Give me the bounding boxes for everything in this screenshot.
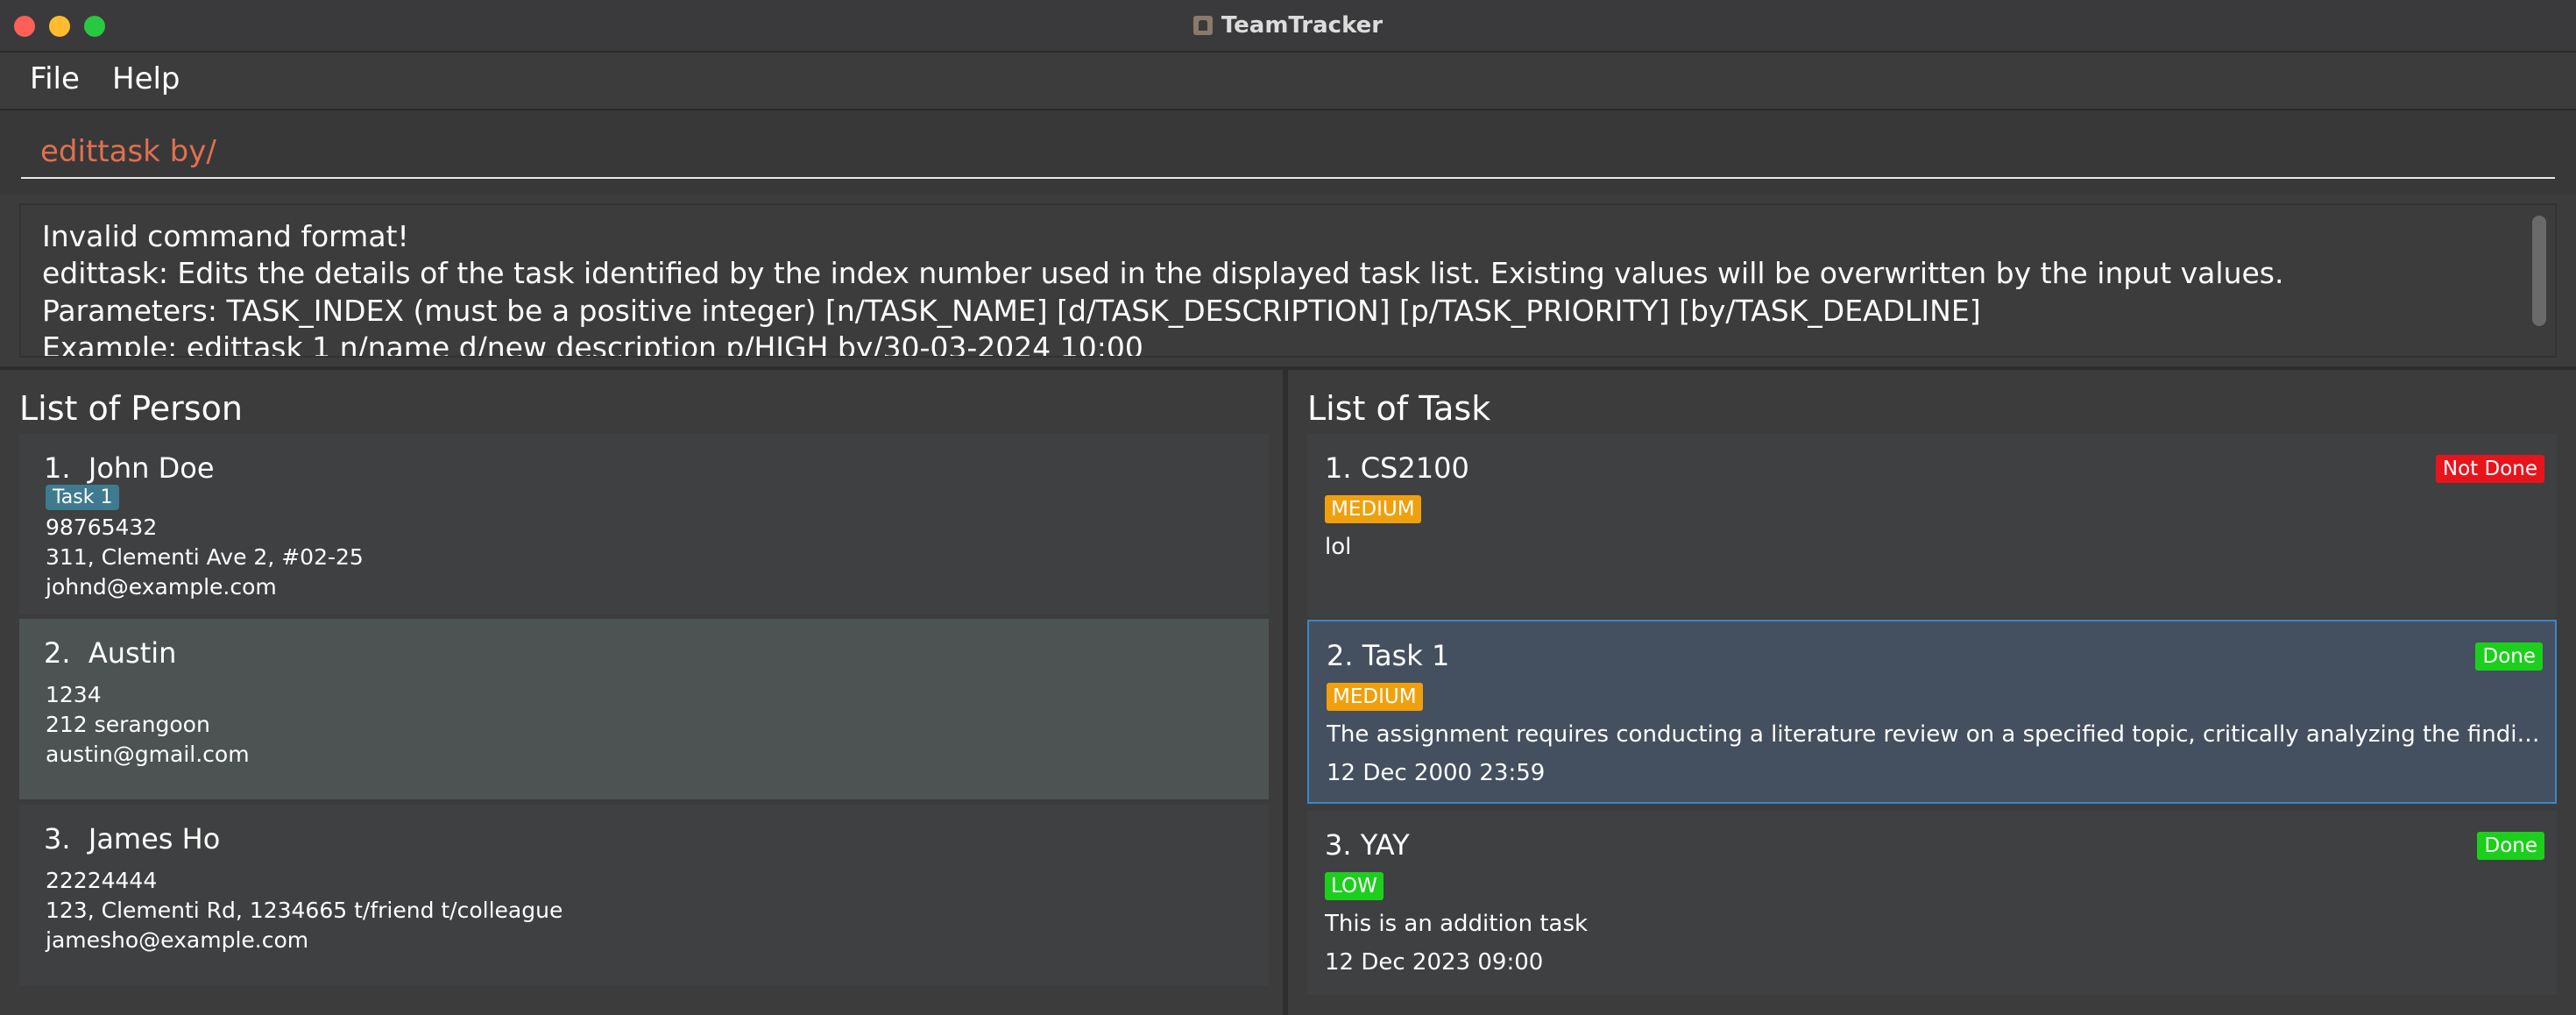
person-name: 2. Austin — [44, 636, 177, 670]
person-list-title: List of Person — [19, 389, 243, 428]
person-address: 212 serangoon — [46, 712, 210, 737]
person-card[interactable]: 1. John Doe Task 1 98765432 311, Clement… — [19, 434, 1269, 614]
horizontal-divider[interactable] — [0, 366, 2576, 370]
person-tag: Task 1 — [46, 485, 120, 510]
result-line: edittask: Edits the details of the task … — [42, 256, 2284, 290]
person-phone: 22224444 — [46, 868, 158, 893]
person-phone: 98765432 — [46, 515, 158, 540]
task-description: lol — [1325, 534, 1352, 560]
task-priority-badge: MEDIUM — [1327, 683, 1423, 711]
person-card[interactable]: 3. James Ho 22224444 123, Clementi Rd, 1… — [19, 805, 1269, 985]
result-line: Example: edittask 1 n/name d/new descrip… — [42, 330, 1143, 358]
task-name: 1. CS2100 — [1325, 451, 1469, 485]
menu-bar: File Help — [0, 53, 2576, 110]
menu-help[interactable]: Help — [109, 61, 184, 96]
task-card[interactable]: 1. CS2100 Not Done MEDIUM lol — [1307, 434, 2557, 618]
task-status-badge: Done — [2475, 642, 2543, 671]
person-address: 123, Clementi Rd, 1234665 t/friend t/col… — [46, 898, 563, 923]
task-card[interactable]: 3. YAY Done LOW This is an addition task… — [1307, 811, 2557, 995]
person-address: 311, Clementi Ave 2, #02-25 — [46, 544, 364, 570]
menu-file[interactable]: File — [26, 61, 83, 96]
task-deadline: 12 Dec 2000 23:59 — [1327, 760, 1546, 786]
person-name: 3. James Ho — [44, 822, 221, 855]
app-icon — [1192, 16, 1213, 35]
task-status-badge: Done — [2477, 832, 2544, 860]
window-title: TeamTracker — [1221, 12, 1384, 39]
task-card[interactable]: 2. Task 1 Done MEDIUM The assignment req… — [1307, 620, 2557, 804]
task-priority-badge: MEDIUM — [1325, 495, 1421, 523]
vertical-divider[interactable] — [1283, 370, 1288, 1015]
result-scrollbar[interactable] — [2532, 216, 2546, 326]
person-email: jamesho@example.com — [46, 927, 309, 953]
task-description: The assignment requires conducting a lit… — [1327, 721, 2543, 748]
window-title-wrap: TeamTracker — [0, 12, 2576, 39]
command-box — [0, 110, 2576, 195]
task-priority-badge: LOW — [1325, 872, 1384, 900]
person-name: 1. John Doe — [44, 451, 215, 485]
person-email: austin@gmail.com — [46, 742, 250, 767]
person-phone: 1234 — [46, 682, 102, 707]
result-line: Invalid command format! — [42, 219, 409, 253]
window-titlebar: TeamTracker — [0, 0, 2576, 53]
task-deadline: 12 Dec 2023 09:00 — [1325, 949, 1544, 976]
person-email: johnd@example.com — [46, 574, 277, 600]
result-display[interactable]: Invalid command format! edittask: Edits … — [19, 203, 2557, 358]
person-card[interactable]: 2. Austin 1234 212 serangoon austin@gmai… — [19, 619, 1269, 799]
task-description: This is an addition task — [1325, 911, 1589, 937]
task-status-badge: Not Done — [2435, 455, 2544, 483]
command-input[interactable] — [21, 126, 2555, 179]
task-name: 3. YAY — [1325, 828, 1410, 862]
task-list-title: List of Task — [1307, 389, 1491, 428]
result-line: Parameters: TASK_INDEX (must be a positi… — [42, 294, 1981, 328]
task-name: 2. Task 1 — [1327, 639, 1450, 672]
